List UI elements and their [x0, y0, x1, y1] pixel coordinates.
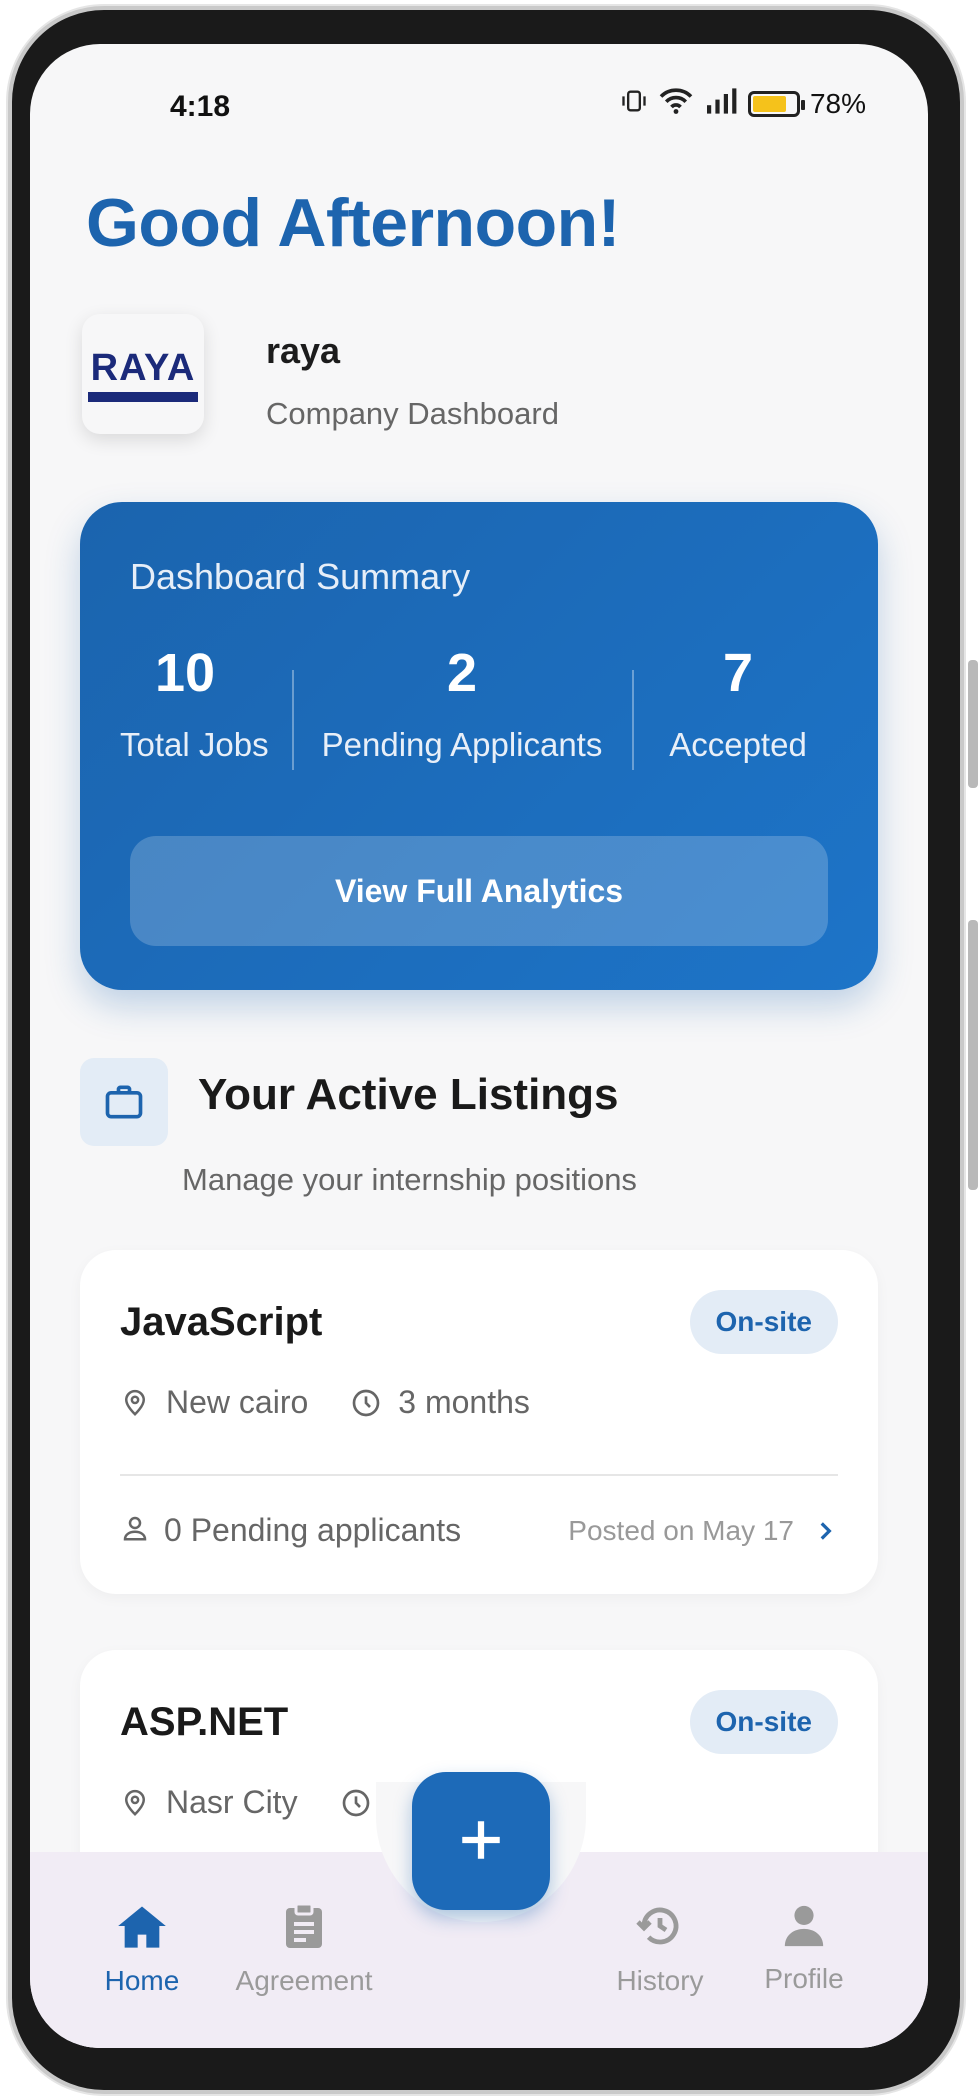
- logo-bar: [88, 391, 198, 402]
- status-bar: 4:18 78%: [30, 44, 928, 154]
- briefcase-icon: [80, 1058, 168, 1146]
- dashboard-summary-card: Dashboard Summary 10 Total Jobs 2 Pendin…: [80, 502, 878, 990]
- clipboard-icon: [282, 1902, 326, 1954]
- stat-value: 7: [722, 643, 754, 703]
- job-type-badge: On-site: [689, 1290, 838, 1354]
- job-location: New cairo: [166, 1384, 309, 1420]
- clock-icon: [340, 1787, 372, 1819]
- job-meta: New cairo 3 months: [120, 1384, 530, 1421]
- nav-home[interactable]: Home: [62, 1902, 222, 1997]
- logo-wordmark: RAYA: [90, 346, 196, 389]
- location-pin-icon: [120, 1788, 150, 1818]
- nav-label: Agreement: [235, 1965, 373, 1996]
- card-divider: [120, 1474, 838, 1476]
- posted-date: Posted on May 17: [568, 1514, 794, 1546]
- nav-label: History: [616, 1965, 704, 1996]
- wifi-icon: [658, 86, 694, 121]
- stat-label: Pending Applicants: [321, 726, 603, 763]
- battery-percentage: 78%: [809, 87, 866, 119]
- nav-label: Home: [104, 1965, 180, 1996]
- stat-value: 2: [446, 643, 478, 703]
- power-button: [968, 920, 978, 1190]
- history-icon: [635, 1907, 685, 1954]
- plus-icon: [456, 1815, 506, 1868]
- summary-title: Dashboard Summary: [130, 556, 471, 597]
- company-subtitle: Company Dashboard: [266, 396, 559, 431]
- stat-label: Accepted: [669, 726, 807, 763]
- stat-divider: [292, 670, 294, 770]
- stat-divider: [632, 670, 634, 770]
- listings-title: Your Active Listings: [198, 1070, 619, 1119]
- job-location: Nasr City: [166, 1784, 298, 1820]
- add-job-button[interactable]: [412, 1772, 550, 1910]
- job-card[interactable]: JavaScript On-site New cairo 3 months 0 …: [80, 1250, 878, 1594]
- nav-history[interactable]: History: [580, 1902, 740, 1997]
- person-icon: [781, 1905, 827, 1952]
- status-time: 4:18: [170, 90, 231, 123]
- nav-agreement[interactable]: Agreement: [224, 1902, 384, 1997]
- stat-accepted: 7 Accepted: [648, 642, 828, 764]
- company-logo: RAYA: [82, 314, 204, 434]
- job-type-badge: On-site: [689, 1690, 838, 1754]
- nav-profile[interactable]: Profile: [724, 1902, 884, 1995]
- status-icons: 78%: [620, 86, 866, 121]
- signal-icon: [704, 87, 738, 120]
- job-title: ASP.NET: [120, 1700, 289, 1744]
- company-name: raya: [266, 330, 341, 371]
- job-title: JavaScript: [120, 1300, 323, 1344]
- clock-icon: [350, 1387, 382, 1419]
- nav-label: Profile: [764, 1963, 844, 1994]
- home-icon: [116, 1906, 168, 1954]
- volume-button: [968, 660, 978, 788]
- stat-pending-applicants: 2 Pending Applicants: [312, 642, 612, 764]
- battery-icon: [747, 90, 805, 117]
- chevron-right-icon[interactable]: [812, 1518, 838, 1544]
- vibrate-icon: [620, 87, 648, 120]
- person-icon: [120, 1513, 150, 1548]
- greeting-title: Good Afternoon!: [86, 185, 620, 261]
- stat-label: Total Jobs: [120, 726, 269, 763]
- stat-total-jobs: 10 Total Jobs: [120, 642, 269, 764]
- stat-value: 10: [154, 643, 216, 703]
- view-full-analytics-button[interactable]: View Full Analytics: [130, 836, 828, 946]
- app-screen: 4:18 78% Good Afternoon! RAYA raya Compa…: [30, 44, 928, 2048]
- job-duration: 3 months: [398, 1384, 530, 1420]
- pending-applicants: 0 Pending applicants: [164, 1512, 462, 1548]
- location-pin-icon: [120, 1388, 150, 1418]
- job-footer: 0 Pending applicants Posted on May 17: [120, 1512, 838, 1549]
- listings-subtitle: Manage your internship positions: [182, 1162, 637, 1197]
